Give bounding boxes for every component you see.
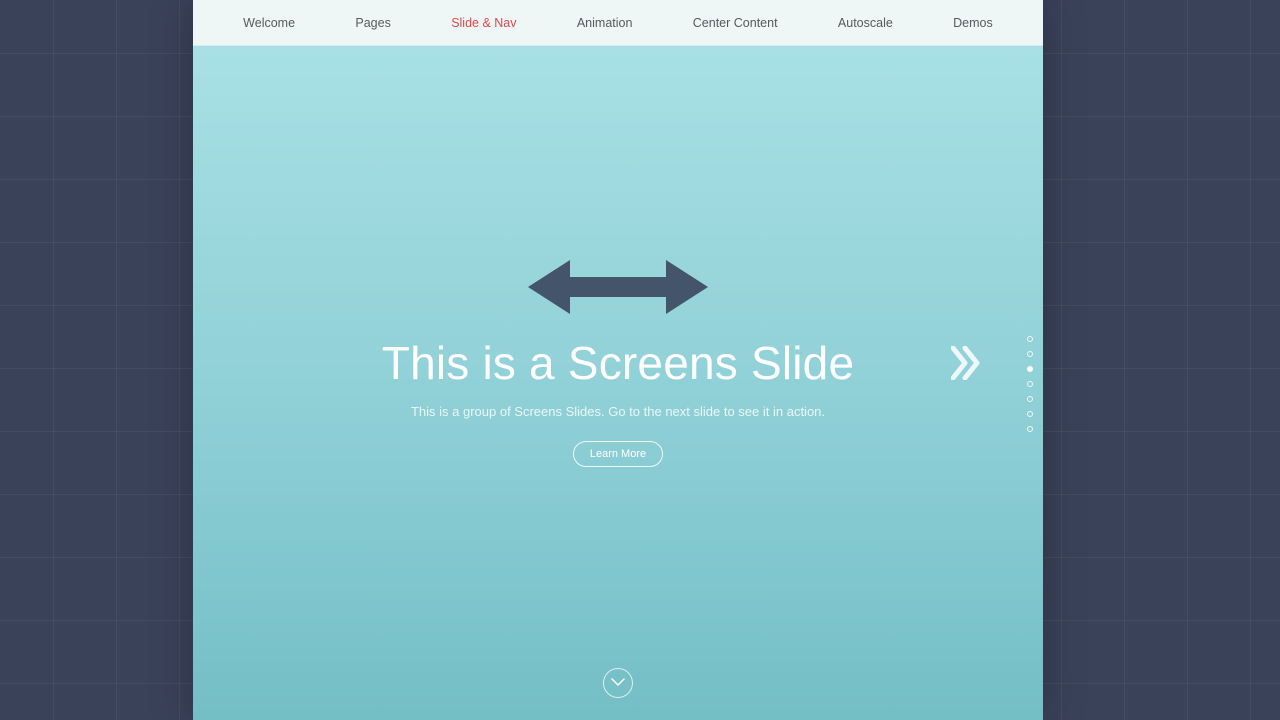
pager-dot[interactable] [1027,351,1033,357]
next-slide-button[interactable] [951,346,981,380]
app-panel: Welcome Pages Slide & Nav Animation Cent… [193,0,1043,720]
nav-item-autoscale[interactable]: Autoscale [838,16,893,30]
pager-dot[interactable] [1027,336,1033,342]
pager-dot[interactable] [1027,366,1033,372]
pager-dot[interactable] [1027,411,1033,417]
slide-pager [1027,336,1033,432]
pager-dot[interactable] [1027,381,1033,387]
nav-item-demos[interactable]: Demos [953,16,993,30]
top-nav: Welcome Pages Slide & Nav Animation Cent… [193,0,1043,46]
nav-item-pages[interactable]: Pages [355,16,390,30]
double-arrow-icon [528,256,708,318]
nav-item-welcome[interactable]: Welcome [243,16,295,30]
slide-area: This is a Screens Slide This is a group … [193,46,1043,720]
chevron-double-right-icon [951,346,981,380]
pager-dot[interactable] [1027,426,1033,432]
slide-subtitle: This is a group of Screens Slides. Go to… [411,404,825,419]
nav-item-animation[interactable]: Animation [577,16,633,30]
nav-item-slide-nav[interactable]: Slide & Nav [451,16,516,30]
scroll-down-button[interactable] [603,668,633,698]
chevron-down-icon [611,678,625,688]
pager-dot[interactable] [1027,396,1033,402]
learn-more-button[interactable]: Learn More [573,441,663,467]
slide-title: This is a Screens Slide [382,336,854,390]
nav-item-center-content[interactable]: Center Content [693,16,778,30]
